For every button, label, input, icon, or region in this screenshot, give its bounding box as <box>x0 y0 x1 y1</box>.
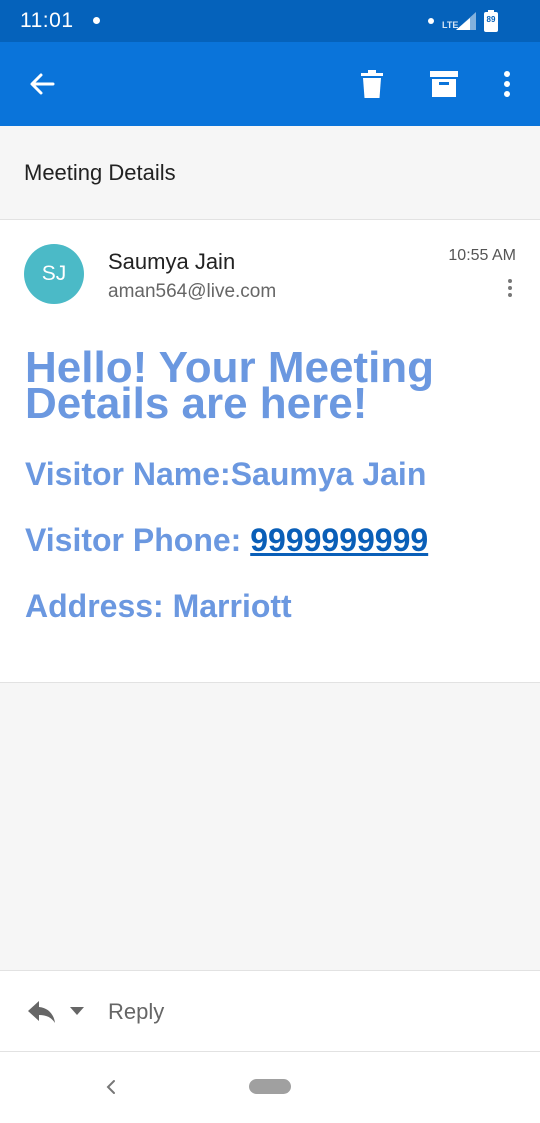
status-time: 11:01 <box>20 9 74 32</box>
trash-icon <box>361 70 383 98</box>
nav-home-pill[interactable] <box>249 1079 291 1094</box>
archive-icon <box>430 71 458 97</box>
notification-dot-icon <box>93 17 100 24</box>
sender-email[interactable]: aman564@live.com <box>108 281 276 303</box>
avatar[interactable]: SJ <box>24 244 84 304</box>
reply-bar: Reply <box>0 970 540 1052</box>
arrow-left-icon <box>30 73 55 95</box>
more-vertical-icon <box>508 279 512 283</box>
address-line: Address: Marriott <box>25 588 292 624</box>
status-bar: 11:01 LTE 89 <box>0 0 540 42</box>
battery-level: 89 <box>486 15 496 24</box>
system-nav-bar <box>0 1052 540 1123</box>
reply-label[interactable]: Reply <box>108 999 164 1025</box>
more-vertical-icon <box>504 71 510 97</box>
message-time: 10:55 AM <box>448 247 516 264</box>
more-options-button[interactable] <box>483 60 531 108</box>
message-card: SJ Saumya Jain aman564@live.com 10:55 AM… <box>0 220 540 683</box>
reply-button[interactable] <box>24 995 94 1029</box>
sender-name[interactable]: Saumya Jain <box>108 249 235 275</box>
body-heading: Hello! Your Meeting Details are here! <box>25 343 435 428</box>
visitor-name-line: Visitor Name:Saumya Jain <box>25 456 427 492</box>
visitor-phone-link[interactable]: 9999999999 <box>250 522 428 558</box>
message-more-button[interactable] <box>498 276 522 300</box>
subject-bar: Meeting Details <box>0 126 540 220</box>
status-dot-icon <box>428 18 434 24</box>
signal-icon <box>456 12 476 30</box>
chevron-down-icon[interactable] <box>70 1007 84 1015</box>
delete-button[interactable] <box>348 60 396 108</box>
reply-icon <box>28 1001 55 1023</box>
back-button[interactable] <box>18 60 66 108</box>
visitor-phone-label: Visitor Phone: <box>25 522 251 558</box>
archive-button[interactable] <box>420 60 468 108</box>
nav-back-button[interactable] <box>100 1072 122 1102</box>
chevron-left-icon <box>106 1080 115 1094</box>
visitor-phone-line: Visitor Phone: 9999999999 <box>25 522 428 559</box>
message-subject: Meeting Details <box>24 160 176 185</box>
app-bar <box>0 42 540 126</box>
